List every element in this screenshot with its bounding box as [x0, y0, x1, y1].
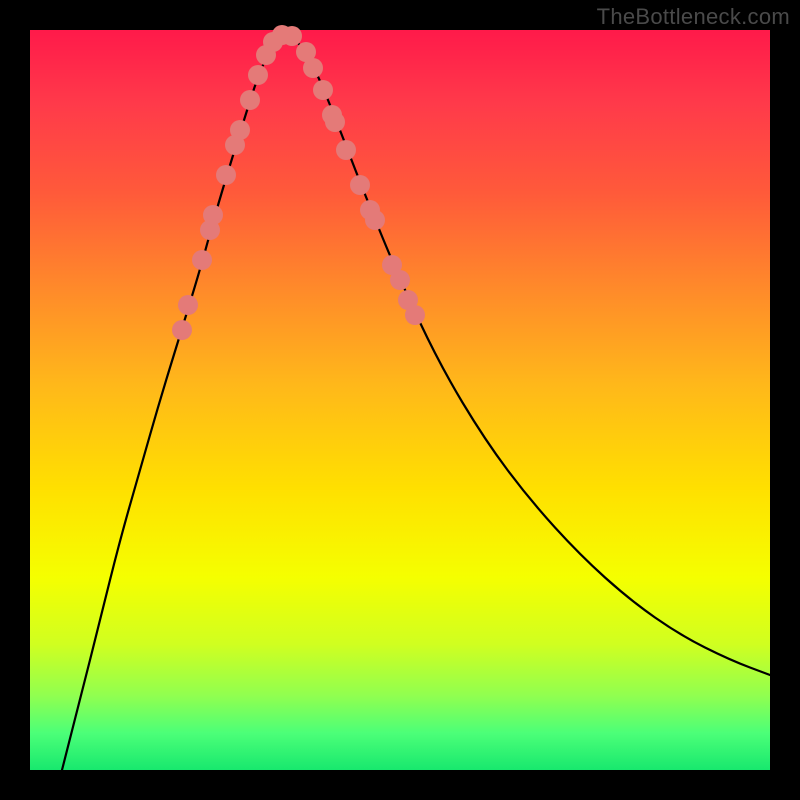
data-marker [203, 205, 223, 225]
data-marker [325, 112, 345, 132]
data-marker [178, 295, 198, 315]
bottleneck-curve [62, 35, 770, 770]
data-marker [350, 175, 370, 195]
chart-svg [30, 30, 770, 770]
data-marker [390, 270, 410, 290]
data-marker [192, 250, 212, 270]
data-marker [172, 320, 192, 340]
data-marker [240, 90, 260, 110]
data-marker [230, 120, 250, 140]
data-marker [313, 80, 333, 100]
marker-layer [172, 25, 425, 340]
data-marker [336, 140, 356, 160]
data-marker [248, 65, 268, 85]
chart-frame: TheBottleneck.com [0, 0, 800, 800]
data-marker [282, 26, 302, 46]
data-marker [216, 165, 236, 185]
plot-area [30, 30, 770, 770]
data-marker [303, 58, 323, 78]
data-marker [405, 305, 425, 325]
data-marker [365, 210, 385, 230]
watermark-text: TheBottleneck.com [597, 4, 790, 30]
